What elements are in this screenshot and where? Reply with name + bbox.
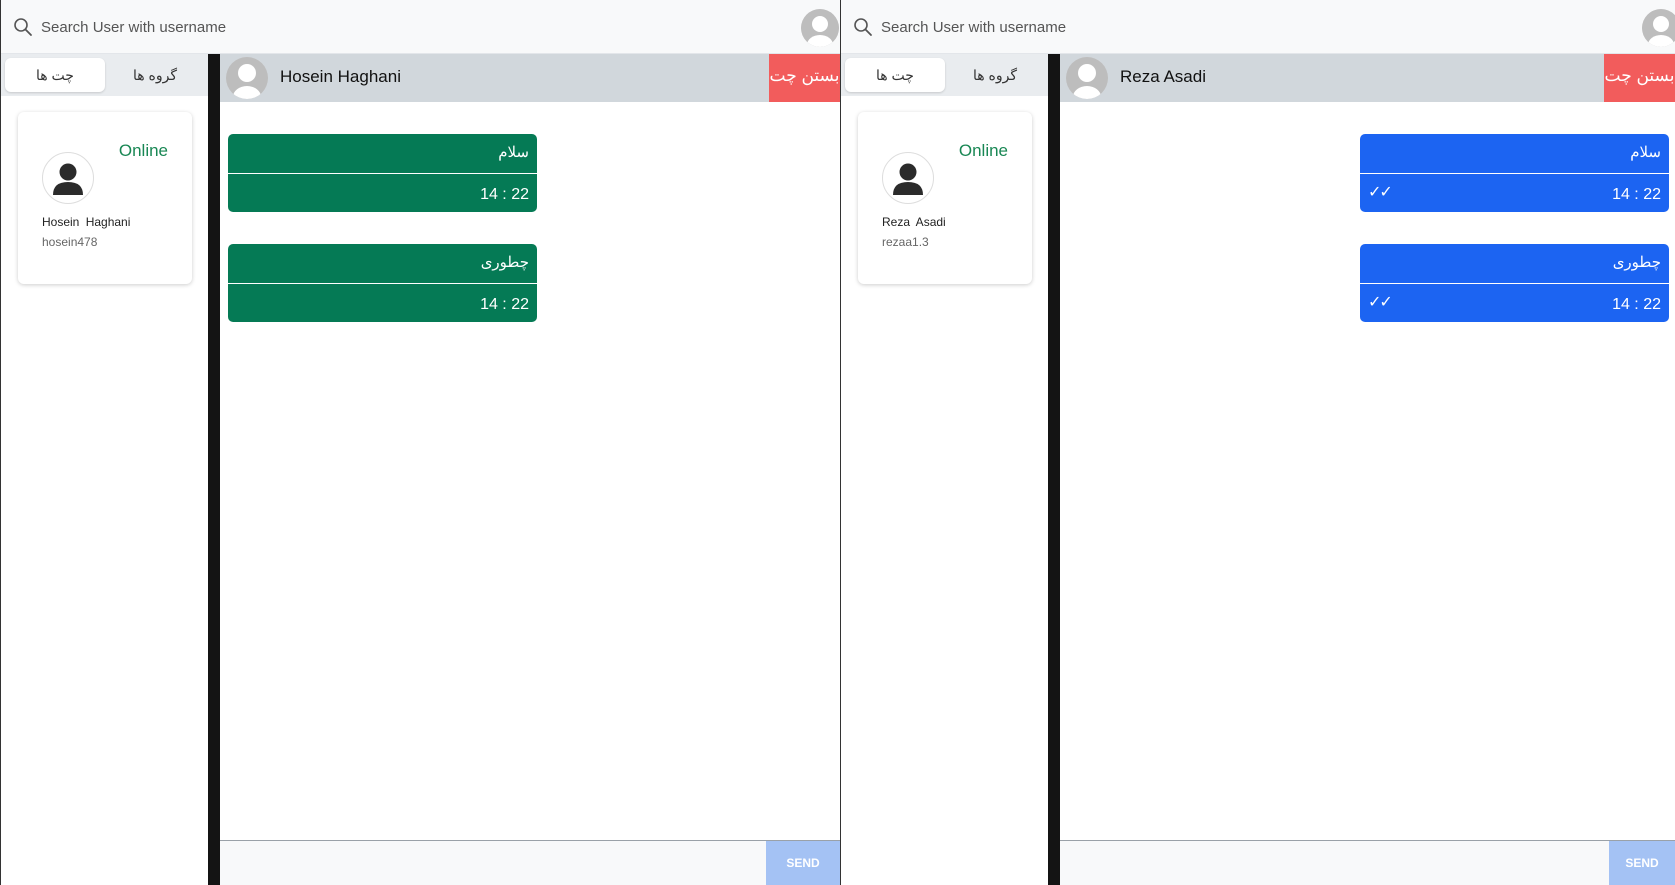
tab-chats[interactable]: چت ها (845, 58, 945, 92)
chat-window-2: چت ها گروه ها Online Reza Asadi rezaa1.3 (840, 0, 1675, 885)
person-icon (893, 163, 923, 195)
user-avatar[interactable] (801, 9, 839, 47)
chat-window-1: چت ها گروه ها Online Hosein Haghani hose… (0, 0, 840, 885)
message-text: سلام (1630, 144, 1661, 161)
chat-header: Hosein Haghani بستن چت (220, 54, 840, 102)
user-avatar[interactable] (1642, 9, 1675, 47)
online-status: Online (118, 141, 168, 160)
online-status: Online (958, 141, 1008, 160)
message-input[interactable] (1060, 841, 1610, 885)
message-time: 14 : 22 (480, 296, 529, 313)
contact-card[interactable]: Online Hosein Haghani hosein478 (18, 112, 192, 284)
top-search-bar (841, 0, 1675, 54)
tab-groups[interactable]: گروه ها (105, 58, 205, 92)
message-composer: SEND (220, 840, 840, 885)
message-divider (1360, 283, 1669, 284)
contact-avatar (882, 152, 934, 204)
send-button[interactable]: SEND (1609, 841, 1675, 885)
message-bubble: سلام 14 : 22 (228, 134, 537, 212)
tab-chats[interactable]: چت ها (5, 58, 105, 92)
tab-groups[interactable]: گروه ها (945, 58, 1045, 92)
top-search-bar (1, 0, 840, 54)
contact-avatar (42, 152, 94, 204)
read-ticks-icon: ✓✓ (1368, 294, 1393, 311)
chat-avatar (1066, 57, 1108, 99)
contact-username: hosein478 (42, 235, 98, 249)
send-button[interactable]: SEND (766, 841, 840, 885)
user-icon (1066, 57, 1108, 99)
sidebar: چت ها گروه ها Online Reza Asadi rezaa1.3 (841, 54, 1048, 885)
message-composer: SEND (1060, 840, 1675, 885)
message-bubble: چطوری 14 : 22 (228, 244, 537, 322)
message-text: چطوری (480, 254, 529, 271)
search-input[interactable] (41, 14, 541, 40)
search-icon (854, 18, 872, 36)
contact-username: rezaa1.3 (882, 235, 929, 249)
message-bubble: سلام ✓✓ 14 : 22 (1360, 134, 1669, 212)
close-chat-button[interactable]: بستن چت (769, 54, 840, 102)
contact-card[interactable]: Online Reza Asadi rezaa1.3 (858, 112, 1032, 284)
contact-name: Hosein Haghani (42, 215, 131, 229)
panel-divider (1048, 54, 1060, 885)
read-ticks-icon: ✓✓ (1368, 184, 1393, 201)
close-chat-button[interactable]: بستن چت (1604, 54, 1675, 102)
user-icon (801, 9, 839, 47)
chat-panel: Hosein Haghani بستن چت سلام 14 : 22 چطور… (220, 54, 840, 885)
message-divider (228, 283, 537, 284)
message-time: 14 : 22 (1612, 186, 1661, 203)
chat-contact-name: Hosein Haghani (280, 67, 401, 86)
message-text: چطوری (1612, 254, 1661, 271)
message-text: سلام (498, 144, 529, 161)
message-divider (228, 173, 537, 174)
sidebar: چت ها گروه ها Online Hosein Haghani hose… (1, 54, 208, 885)
chat-header: Reza Asadi بستن چت (1060, 54, 1675, 102)
person-icon (53, 163, 83, 195)
sidebar-tabs: چت ها گروه ها (1, 54, 208, 96)
message-time: 14 : 22 (1612, 296, 1661, 313)
sidebar-tabs: چت ها گروه ها (841, 54, 1048, 96)
contact-name: Reza Asadi (882, 215, 946, 229)
panel-divider (208, 54, 220, 885)
message-time: 14 : 22 (480, 186, 529, 203)
chat-panel: Reza Asadi بستن چت سلام ✓✓ 14 : 22 چطوری… (1060, 54, 1675, 885)
message-input[interactable] (220, 841, 767, 885)
chat-contact-name: Reza Asadi (1120, 67, 1206, 86)
search-input[interactable] (881, 14, 1381, 40)
user-icon (1642, 9, 1675, 47)
message-divider (1360, 173, 1669, 174)
message-bubble: چطوری ✓✓ 14 : 22 (1360, 244, 1669, 322)
search-icon (14, 18, 32, 36)
chat-avatar (226, 57, 268, 99)
user-icon (226, 57, 268, 99)
